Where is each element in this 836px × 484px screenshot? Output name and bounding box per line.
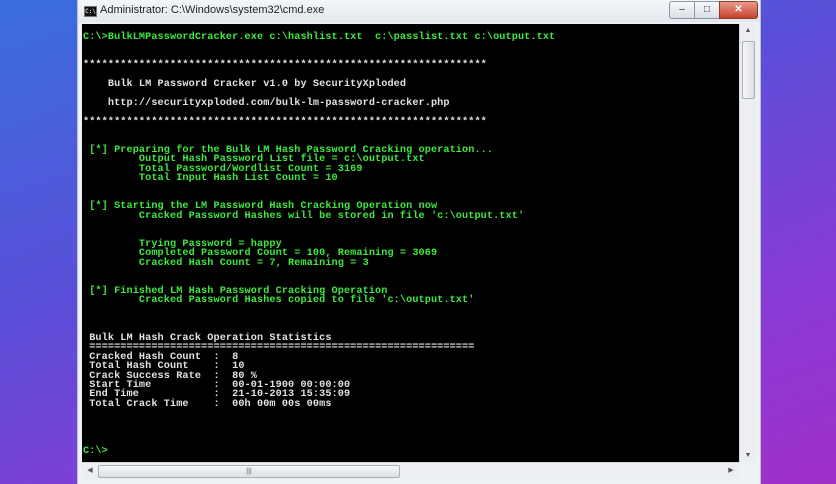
window-title: Administrator: C:\Windows\system32\cmd.e… [100,4,325,16]
close-icon: ✕ [734,4,743,15]
console-line: Total Input Hash List Count = 10 [83,173,338,185]
console-line: Total Crack Time : 00h 00m 00s 00ms [83,398,332,410]
maximize-icon: □ [703,4,711,15]
console-line: Bulk LM Password Cracker v1.0 by Securit… [83,79,407,91]
console-line: ****************************************… [83,116,487,128]
console-line: Cracked Password Hashes copied to file '… [83,295,475,307]
maximize-button[interactable]: □ [694,1,720,19]
close-button[interactable]: ✕ [719,1,758,19]
vertical-scrollbar[interactable]: ▲ ▼ [739,24,756,462]
scroll-down-icon[interactable]: ▼ [740,452,756,459]
scroll-up-icon[interactable]: ▲ [740,27,756,34]
minimize-icon: – [679,4,685,15]
console-line: ****************************************… [83,60,487,72]
console-lines: C:\>BulkLMPasswordCracker.exe c:\hashlis… [83,32,556,457]
console-line: Cracked Hash Count = 7, Remaining = 3 [83,257,369,269]
title-bar[interactable]: C:\ Administrator: C:\Windows\system32\c… [78,0,760,22]
console-line: C:\>BulkLMPasswordCracker.exe c:\hashlis… [83,32,556,43]
console-line: http://securityxploded.com/bulk-lm-passw… [83,97,450,109]
scroll-left-icon[interactable]: ◀ [82,466,98,474]
scroll-right-icon[interactable]: ▶ [723,466,739,474]
vertical-scroll-thumb[interactable] [742,41,755,99]
console-line: Cracked Password Hashes will be stored i… [83,210,525,222]
horizontal-scrollbar[interactable]: ◀ ||| ▶ [82,462,739,479]
console-output[interactable]: C:\>BulkLMPasswordCracker.exe c:\hashlis… [82,24,739,462]
minimize-button[interactable]: – [669,1,695,19]
scroll-grip: ||| [246,468,252,475]
cmd-window: C:\ Administrator: C:\Windows\system32\c… [77,0,761,484]
horizontal-scroll-thumb[interactable]: ||| [98,465,400,478]
cmd-icon: C:\ [84,6,97,17]
console-line: C:\> [83,445,108,457]
